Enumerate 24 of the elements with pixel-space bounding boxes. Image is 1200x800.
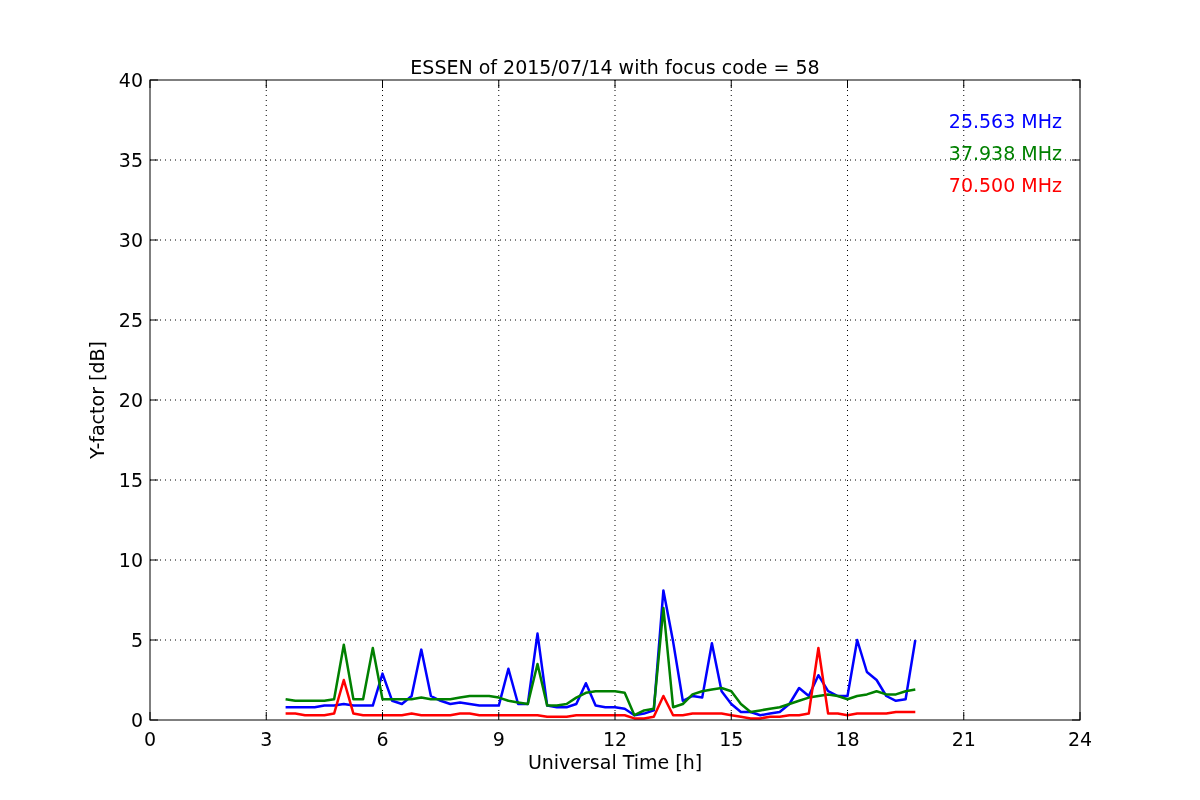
y-tick-label: 30 bbox=[118, 229, 143, 251]
x-tick-label: 3 bbox=[260, 728, 273, 750]
legend-label: 70.500 MHz bbox=[948, 174, 1062, 196]
x-tick-label: 9 bbox=[492, 728, 505, 750]
y-tick-label: 10 bbox=[118, 549, 143, 571]
x-tick-label: 6 bbox=[376, 728, 389, 750]
y-axis-label: Y-factor [dB] bbox=[86, 341, 108, 459]
x-tick-label: 12 bbox=[602, 728, 628, 750]
y-tick-label: 40 bbox=[118, 69, 143, 91]
y-tick-label: 20 bbox=[118, 389, 143, 411]
legend-label: 37.938 MHz bbox=[948, 142, 1062, 164]
y-tick-label: 25 bbox=[118, 309, 143, 331]
x-tick-label: 0 bbox=[143, 728, 157, 750]
x-axis-label: Universal Time [h] bbox=[527, 751, 703, 773]
x-tick-label: 18 bbox=[835, 728, 860, 750]
y-tick-label: 15 bbox=[118, 469, 143, 491]
y-tick-label: 35 bbox=[118, 149, 143, 171]
legend-label: 25.563 MHz bbox=[948, 110, 1062, 132]
y-tick-label: 5 bbox=[130, 629, 143, 651]
x-tick-label: 24 bbox=[1067, 728, 1093, 750]
x-tick-label: 21 bbox=[951, 728, 976, 750]
x-tick-label: 15 bbox=[719, 728, 744, 750]
chart-title: ESSEN of 2015/07/14 with focus code = 58 bbox=[410, 56, 820, 78]
y-tick-label: 0 bbox=[130, 709, 143, 731]
